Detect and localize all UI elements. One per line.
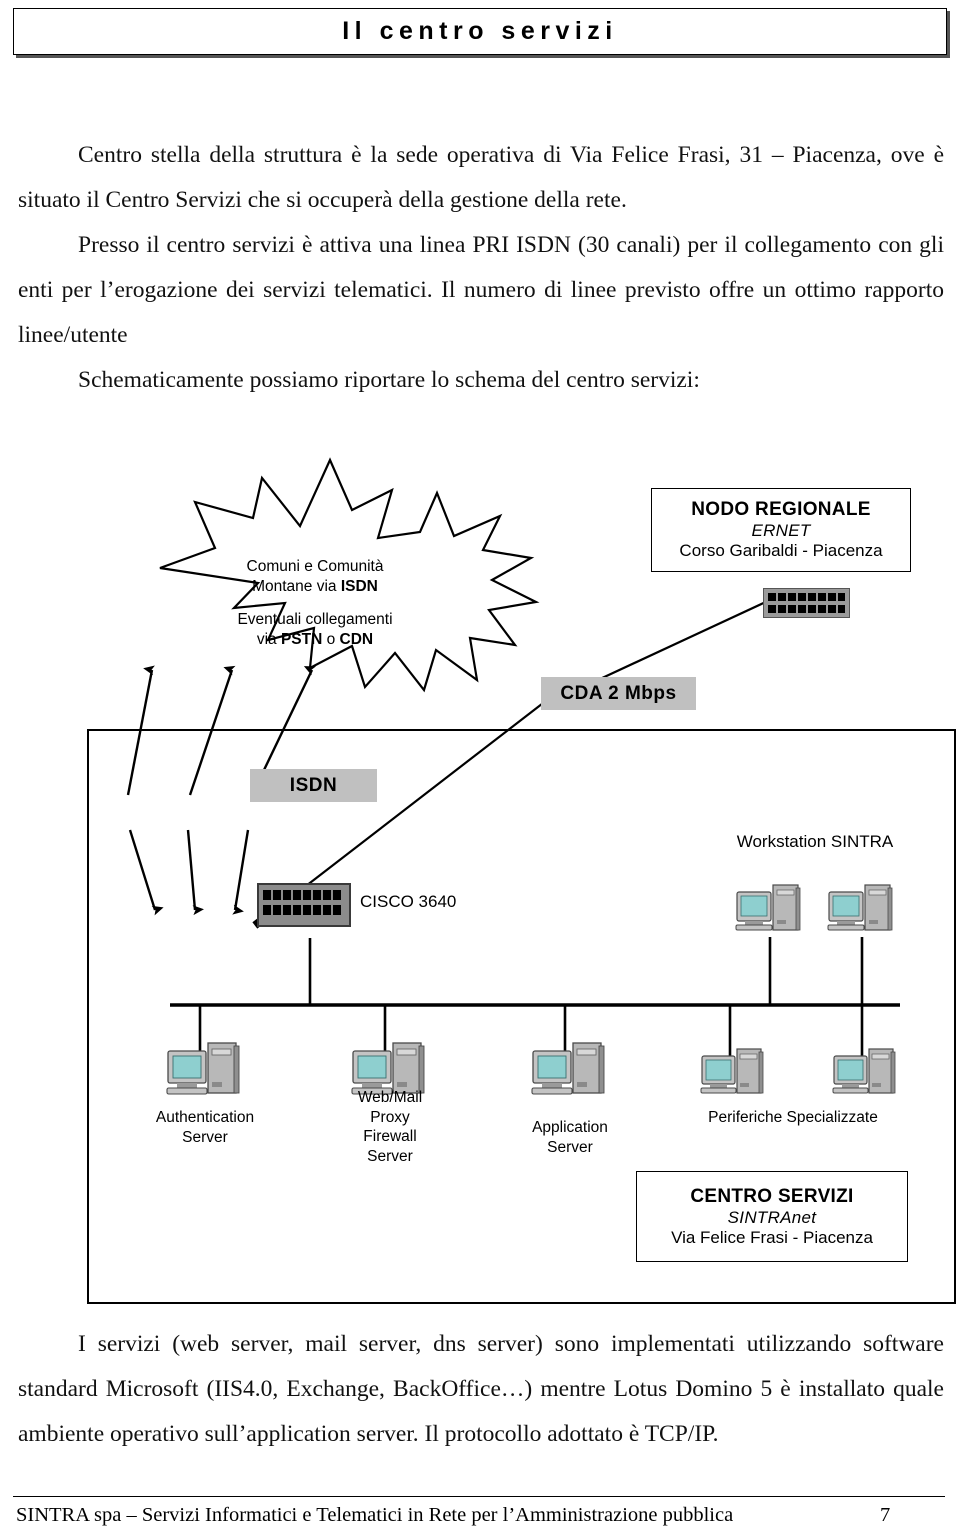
cloud-line-2-prefix: Montane via — [252, 578, 341, 595]
isdn-uplink-1 — [126, 665, 155, 796]
server-computer-authentication — [164, 1040, 244, 1102]
service-center-network: SINTRAnet — [727, 1207, 817, 1227]
cloud-line-2-bold: ISDN — [340, 578, 378, 595]
page-header-box: Il centro servizi — [13, 8, 947, 55]
cloud-line-3: Eventuali collegamenti — [237, 611, 393, 628]
server-label-webmail: Web/Mail Proxy Firewall Server — [357, 1089, 423, 1165]
isdn-label: ISDN — [250, 769, 377, 802]
regional-node-address: Corso Garibaldi - Piacenza — [679, 541, 883, 560]
workstation-sintra-label: Workstation SINTRA — [736, 832, 894, 851]
isdn-downlink-1 — [128, 829, 164, 916]
isdn-uplink-2 — [188, 665, 236, 796]
paragraph-services-software: I servizi (web server, mail server, dns … — [18, 1331, 944, 1447]
regional-node-box: NODO REGIONALE ERNET Corso Garibaldi - P… — [651, 488, 911, 572]
cloud-line-4-prefix: via — [256, 631, 281, 648]
isdn-downlink-3 — [232, 829, 250, 915]
server-label-application: Application Server — [532, 1119, 608, 1156]
network-diagram: Comuni e Comunità Montane via ISDN Event… — [0, 440, 960, 1320]
footer-page-number: 7 — [880, 1504, 891, 1526]
cda-bandwidth-label: CDA 2 Mbps — [541, 677, 696, 710]
paragraph-intro: Centro stella della struttura è la sede … — [18, 142, 944, 213]
paragraph-pri-isdn: Presso il centro servizi è attiva una li… — [18, 232, 944, 348]
regional-node-router-icon — [763, 588, 850, 618]
cda-link-upper — [599, 594, 776, 680]
isdn-downlink-2 — [186, 829, 204, 916]
cloud-line-4-mid: o — [322, 631, 340, 648]
isdn-cloud-label: Comuni e Comunità Montane via ISDN Event… — [215, 557, 415, 650]
cloud-line-1: Comuni e Comunità — [246, 558, 384, 575]
server-label-authentication: Authentication Server — [155, 1109, 255, 1146]
server-computer-application — [529, 1040, 609, 1102]
regional-node-title: NODO REGIONALE — [691, 499, 871, 520]
regional-node-network: ERNET — [751, 521, 811, 540]
cloud-spacer — [215, 597, 415, 610]
cisco-router-icon — [257, 883, 351, 927]
server-label-periferiche: Periferiche Specializzate — [708, 1109, 878, 1126]
footer-divider — [13, 1496, 945, 1497]
footer-company-text: SINTRA spa – Servizi Informatici e Telem… — [16, 1504, 734, 1526]
page-title: Il centro servizi — [342, 17, 618, 45]
server-computer-periferiche-1 — [698, 1046, 768, 1101]
workstation-computer-2 — [825, 882, 897, 938]
document-page: Il centro servizi Centro stella della st… — [0, 0, 960, 1533]
server-computer-periferiche-2 — [830, 1046, 900, 1101]
service-center-box: CENTRO SERVIZI SINTRAnet Via Felice Fras… — [636, 1171, 908, 1262]
paragraph-schema-lead: Schematicamente possiamo riportare lo sc… — [78, 367, 700, 393]
cloud-line-4-bold-pstn: PSTN — [280, 631, 323, 648]
service-center-title: CENTRO SERVIZI — [690, 1185, 854, 1207]
workstation-computer-1 — [733, 882, 805, 938]
service-center-address: Via Felice Frasi - Piacenza — [671, 1227, 873, 1247]
cloud-line-4-bold-cdn: CDN — [339, 631, 374, 648]
cisco-router-label: CISCO 3640 — [360, 892, 457, 911]
